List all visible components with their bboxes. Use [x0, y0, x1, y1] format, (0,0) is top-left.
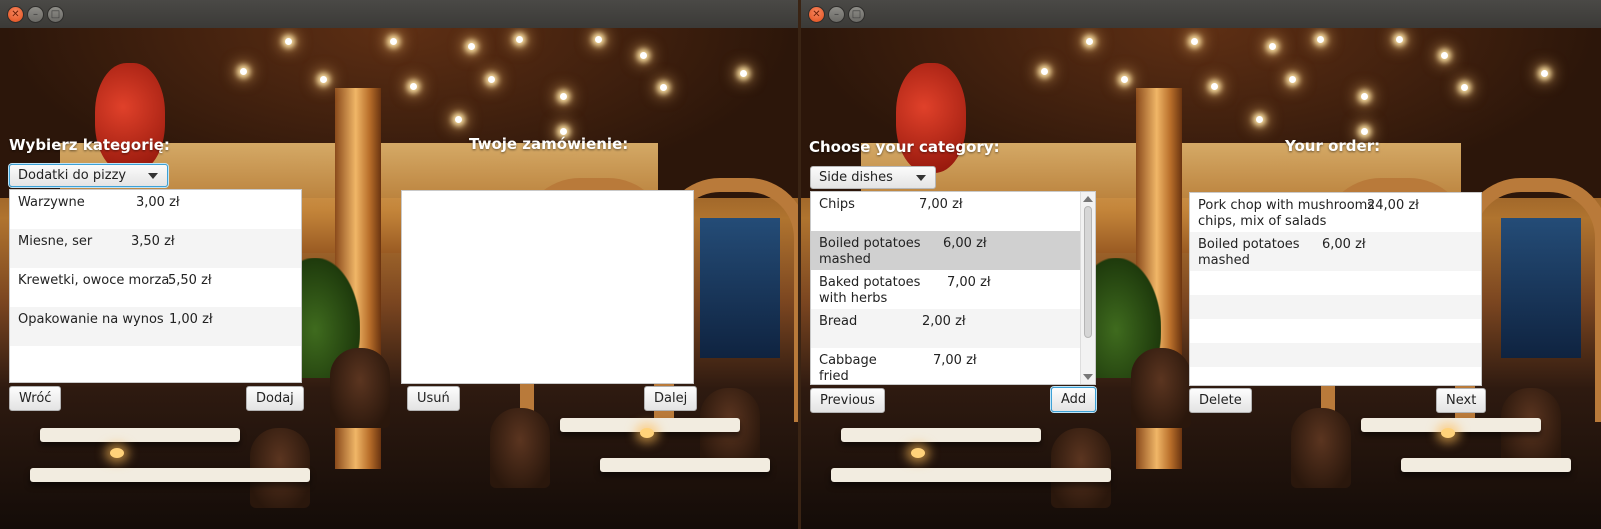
- list-item[interactable]: Warzywne 3,00 zł: [10, 190, 301, 229]
- list-item[interactable]: Opakowanie na wynos 1,00 zł: [10, 307, 301, 346]
- minimize-icon[interactable]: –: [27, 6, 44, 23]
- order-heading: Twoje zamówienie:: [469, 135, 629, 153]
- maximize-icon[interactable]: □: [47, 6, 64, 23]
- order-item-empty: [1190, 319, 1481, 343]
- scrollbar-thumb[interactable]: [1084, 206, 1092, 338]
- order-item-name: Boiled potatoes mashed: [1198, 237, 1300, 268]
- title-bar: ✕ – □: [801, 0, 1601, 29]
- order-item[interactable]: Pork chop with mushrooms 24,00 zł chips,…: [1190, 193, 1481, 232]
- add-button[interactable]: Dodaj: [246, 386, 304, 411]
- close-icon[interactable]: ✕: [7, 6, 24, 23]
- order-list[interactable]: Pork chop with mushrooms 24,00 zł chips,…: [1189, 192, 1482, 386]
- list-item[interactable]: Cabbage fried 7,00 zł: [811, 348, 1095, 384]
- category-select-value: Dodatki do pizzy: [18, 168, 127, 183]
- window-english: ✕ – □ Choose your category: Your order: …: [801, 0, 1601, 529]
- category-heading: Choose your category:: [809, 138, 1000, 156]
- maximize-icon[interactable]: □: [848, 6, 865, 23]
- next-button[interactable]: Dalej: [644, 386, 698, 411]
- order-item-extra: chips, mix of salads: [1198, 214, 1327, 229]
- close-icon[interactable]: ✕: [808, 6, 825, 23]
- order-item-name: Pork chop with mushrooms: [1198, 198, 1375, 213]
- delete-button[interactable]: Usuń: [407, 386, 460, 411]
- chevron-down-icon: [916, 175, 926, 181]
- list-item[interactable]: Miesne, ser 3,50 zł: [10, 229, 301, 268]
- order-item-empty: [1190, 295, 1481, 319]
- previous-button[interactable]: Previous: [810, 388, 885, 413]
- list-item[interactable]: Krewetki, owoce morza 5,50 zł: [10, 268, 301, 307]
- order-heading: Your order:: [1285, 137, 1381, 155]
- menu-list[interactable]: Chips 7,00 zł Boiled potatoes mashed 6,0…: [810, 191, 1096, 385]
- list-item-selected[interactable]: Boiled potatoes mashed 6,00 zł: [811, 231, 1095, 270]
- item-name: Cabbage fried: [819, 353, 877, 384]
- scroll-up-icon[interactable]: [1083, 196, 1093, 202]
- menu-list[interactable]: Warzywne 3,00 zł Miesne, ser 3,50 zł Kre…: [9, 189, 302, 383]
- item-price: 2,00 zł: [922, 314, 966, 329]
- scrollbar[interactable]: [1080, 192, 1095, 384]
- category-select[interactable]: Side dishes: [810, 166, 936, 189]
- category-select-value: Side dishes: [819, 170, 893, 185]
- back-button[interactable]: Wróć: [9, 386, 62, 411]
- item-name: Opakowanie na wynos: [18, 312, 164, 327]
- delete-button[interactable]: Delete: [1189, 388, 1252, 413]
- list-item-empty: [10, 346, 301, 382]
- title-bar: ✕ – □: [0, 0, 798, 29]
- item-name: Miesne, ser: [18, 234, 93, 249]
- order-list[interactable]: [401, 190, 694, 384]
- list-item[interactable]: Chips 7,00 zł: [811, 192, 1095, 231]
- list-item[interactable]: Baked potatoes with herbs 7,00 zł: [811, 270, 1095, 309]
- order-item-empty: [1190, 271, 1481, 295]
- order-item-price: 6,00 zł: [1322, 237, 1366, 252]
- item-name: Warzywne: [18, 195, 85, 210]
- order-item-price: 24,00 zł: [1367, 198, 1419, 213]
- item-name: Krewetki, owoce morza: [18, 273, 170, 288]
- item-price: 5,50 zł: [168, 273, 212, 288]
- item-price: 3,50 zł: [131, 234, 175, 249]
- category-select[interactable]: Dodatki do pizzy: [9, 164, 168, 187]
- next-button[interactable]: Next: [1436, 388, 1487, 413]
- scroll-down-icon[interactable]: [1083, 374, 1093, 380]
- chevron-down-icon: [148, 173, 158, 179]
- item-price: 6,00 zł: [943, 236, 987, 251]
- item-name: Baked potatoes with herbs: [819, 275, 921, 306]
- item-price: 7,00 zł: [933, 353, 977, 368]
- category-heading: Wybierz kategorię:: [9, 136, 170, 154]
- minimize-icon[interactable]: –: [828, 6, 845, 23]
- item-price: 7,00 zł: [947, 275, 991, 290]
- window-polish: ✕ – □ Wybierz kategorię: Twoje zamówieni…: [0, 0, 798, 529]
- order-item[interactable]: Boiled potatoes mashed 6,00 zł: [1190, 232, 1481, 271]
- item-price: 3,00 zł: [136, 195, 180, 210]
- item-price: 1,00 zł: [169, 312, 213, 327]
- order-item-empty: [1190, 343, 1481, 367]
- item-name: Boiled potatoes mashed: [819, 236, 921, 267]
- item-price: 7,00 zł: [919, 197, 963, 212]
- list-item[interactable]: Bread 2,00 zł: [811, 309, 1095, 348]
- add-button[interactable]: Add: [1051, 387, 1097, 412]
